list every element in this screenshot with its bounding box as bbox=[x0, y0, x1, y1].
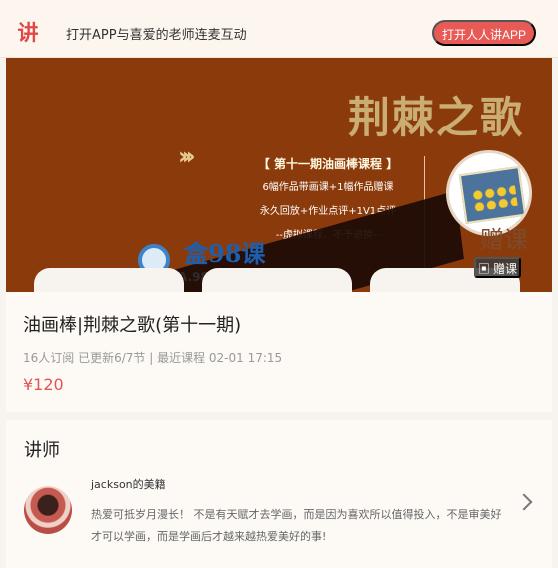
promo-message: 打开APP与喜爱的老师连麦互动 bbox=[66, 28, 247, 43]
app-promo-bar: 讲 打开APP与喜爱的老师连麦互动 打开人人讲APP bbox=[0, 0, 558, 58]
gift-icon: ▣ bbox=[477, 262, 494, 276]
open-app-button[interactable]: 打开人人讲APP bbox=[431, 20, 536, 46]
bottom-tab-shape bbox=[34, 268, 184, 292]
teacher-avatar bbox=[24, 486, 72, 534]
course-price: ¥120 bbox=[23, 375, 64, 394]
chevron-right-icon[interactable] bbox=[515, 493, 533, 511]
teacher-section-title: 讲师 bbox=[24, 440, 60, 461]
watermark-text: 盒98课 bbox=[184, 239, 266, 268]
course-detail-line: 6幅作品带画课+1幅作品赠课 bbox=[262, 182, 394, 193]
course-heading: 【 第十一期油画棒课程 】 bbox=[257, 157, 399, 171]
teacher-bio: 热爱可抵岁月漫长！ 不是有天赋才去学画，而是因为喜欢所以值得投入，不是审美好才可… bbox=[91, 508, 502, 543]
sunflower-painting-icon bbox=[458, 165, 527, 225]
bottom-tab-shape bbox=[202, 268, 352, 292]
course-meta: 16人订阅 已更新6/7节 | 最近课程 02-01 17:15 bbox=[23, 351, 283, 365]
course-title: 油画棒|荆棘之歌(第十一期) bbox=[23, 315, 242, 336]
gift-course-button[interactable]: ▣ 赠课 bbox=[474, 257, 521, 278]
teacher-card[interactable]: 讲师 jackson的美籍 热爱可抵岁月漫长！ 不是有天赋才去学画，而是因为喜欢… bbox=[6, 420, 552, 568]
course-info-card: 油画棒|荆棘之歌(第十一期) 16人订阅 已更新6/7节 | 最近课程 02-0… bbox=[6, 292, 552, 412]
banner-title: 荆棘之歌 bbox=[347, 93, 524, 142]
gift-course-label: 赠课 bbox=[480, 226, 528, 254]
gift-button-label: 赠课 bbox=[493, 262, 518, 276]
course-banner: 荆棘之歌 ››› 【 第十一期油画棒课程 】 6幅作品带画课+1幅作品赠课 永久… bbox=[6, 58, 552, 292]
chevrons-icon: ››› bbox=[178, 142, 196, 170]
teacher-name: jackson的美籍 bbox=[91, 478, 166, 491]
app-logo: 讲 bbox=[17, 21, 39, 45]
